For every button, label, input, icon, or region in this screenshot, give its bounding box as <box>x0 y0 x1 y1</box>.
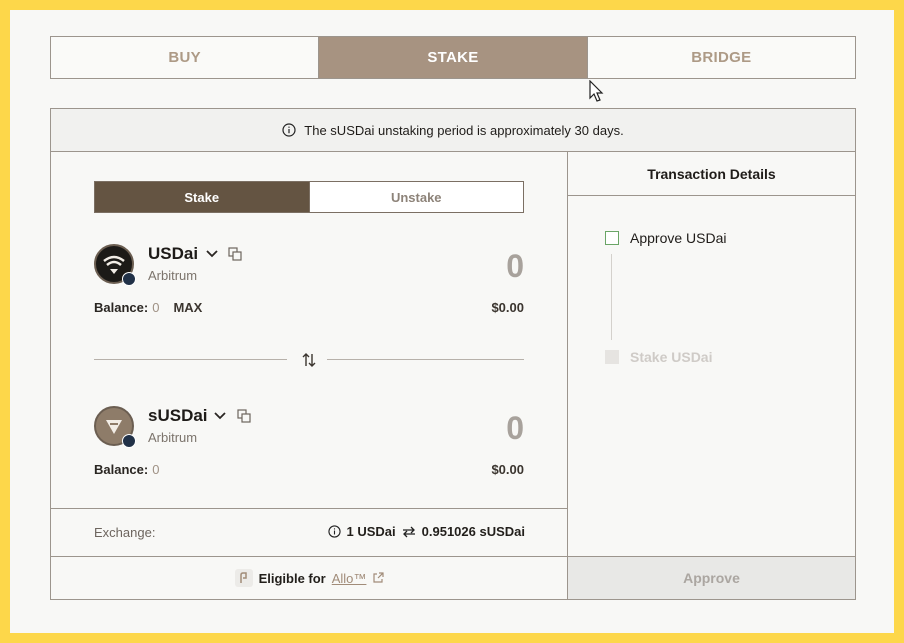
info-icon <box>282 123 296 137</box>
transaction-panel: Transaction Details Approve USDai Stake … <box>568 152 855 599</box>
exchange-to: 0.951026 sUSDai <box>421 524 525 539</box>
step-approve: Approve USDai <box>605 230 727 246</box>
step-label: Approve USDai <box>630 230 727 246</box>
balance-label: Balance: <box>94 300 149 315</box>
from-balance-row: Balance: 0 MAX $0.00 <box>94 300 524 318</box>
balance-value: 0 <box>152 462 160 477</box>
chevron-down-icon[interactable] <box>213 411 227 421</box>
step-checkbox-icon <box>605 350 619 364</box>
exchange-arrows-icon <box>402 526 415 537</box>
exchange-rate: 1 USDai 0.951026 sUSDai <box>327 524 525 539</box>
chevron-down-icon[interactable] <box>205 249 219 259</box>
to-balance-row: Balance: 0 $0.00 <box>94 462 524 480</box>
copy-icon[interactable] <box>237 409 251 423</box>
from-token-row: USDai Arbitrum 0 <box>94 244 524 294</box>
from-usd-value: $0.00 <box>491 300 524 315</box>
info-icon[interactable] <box>327 525 341 538</box>
toggle-stake[interactable]: Stake <box>95 182 309 212</box>
to-amount-output: 0 <box>506 410 524 446</box>
max-button[interactable]: MAX <box>173 300 202 315</box>
arbitrum-badge-icon <box>122 434 136 448</box>
exchange-label: Exchange: <box>94 525 156 540</box>
mode-tabs: BUY STAKE BRIDGE <box>50 36 856 79</box>
swap-arrows-icon[interactable] <box>301 352 317 368</box>
external-link-icon[interactable] <box>372 572 385 584</box>
balance-label: Balance: <box>94 462 149 477</box>
step-label: Stake USDai <box>630 349 713 365</box>
approve-button[interactable]: Approve <box>568 556 855 599</box>
step-checkbox-icon <box>605 231 619 245</box>
from-amount-input[interactable]: 0 <box>404 248 524 285</box>
transaction-title: Transaction Details <box>568 152 855 196</box>
mouse-cursor-icon <box>589 80 604 102</box>
balance-value: 0 <box>152 300 160 315</box>
unstaking-notice: The sUSDai unstaking period is approxima… <box>51 109 855 152</box>
to-token-name[interactable]: sUSDai <box>148 406 208 426</box>
exchange-from: 1 USDai <box>346 524 396 539</box>
tab-stake[interactable]: STAKE <box>318 37 587 78</box>
to-usd-value: $0.00 <box>491 462 524 477</box>
eligible-text: Eligible for <box>258 570 326 586</box>
eligibility-row: Eligible for Allo™ <box>51 556 568 599</box>
to-token-chain: Arbitrum <box>148 430 198 445</box>
allo-icon <box>234 569 253 587</box>
exchange-rate-row: Exchange: 1 USDai 0.951026 sUSDai <box>51 508 568 556</box>
stake-card: The sUSDai unstaking period is approxima… <box>50 108 856 600</box>
divider-left <box>94 359 287 360</box>
stake-unstake-toggle: Stake Unstake <box>94 181 524 213</box>
to-token-row: sUSDai Arbitrum 0 <box>94 406 524 456</box>
arbitrum-badge-icon <box>122 272 136 286</box>
toggle-unstake[interactable]: Unstake <box>308 182 524 212</box>
step-stake: Stake USDai <box>605 349 712 365</box>
swap-panel: Stake Unstake USDai Arbitrum 0 Balance: … <box>51 152 568 599</box>
notice-text: The sUSDai unstaking period is approxima… <box>304 122 624 138</box>
tab-bridge[interactable]: BRIDGE <box>586 37 855 78</box>
step-connector <box>611 254 612 340</box>
allo-link[interactable]: Allo™ <box>332 571 367 586</box>
from-token-chain: Arbitrum <box>148 268 198 283</box>
from-token-name[interactable]: USDai <box>148 244 198 264</box>
tab-buy[interactable]: BUY <box>51 37 318 78</box>
divider-right <box>327 359 524 360</box>
copy-icon[interactable] <box>228 247 242 261</box>
